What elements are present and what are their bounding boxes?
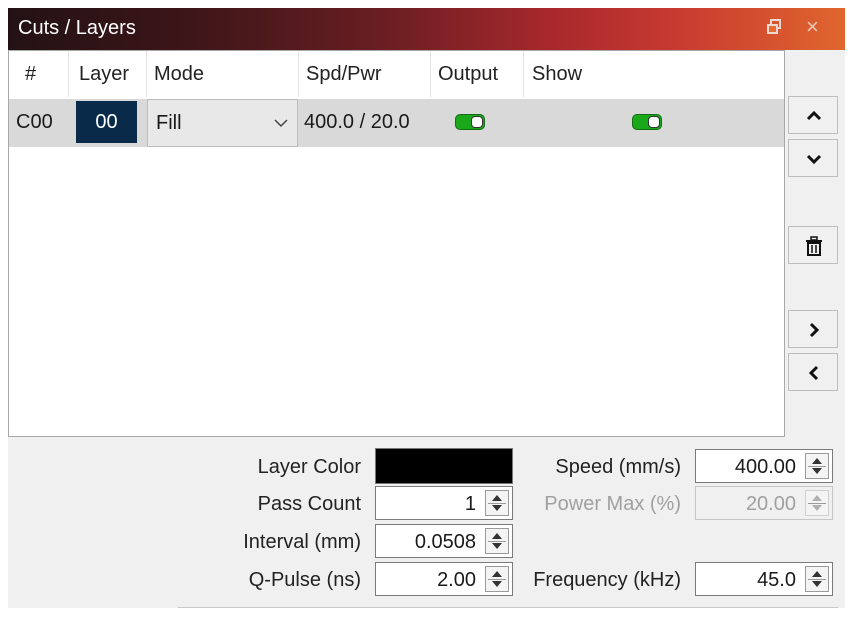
cuts-layers-panel: Cuts / Layers × # Layer Mode Spd/Pwr Out… bbox=[8, 8, 845, 608]
spin-arrows[interactable] bbox=[805, 566, 829, 592]
column-header-number[interactable]: # bbox=[25, 63, 36, 86]
qpulse-value: 2.00 bbox=[437, 569, 476, 591]
next-button[interactable] bbox=[788, 310, 838, 348]
pass-count-spinbox[interactable]: 1 bbox=[375, 486, 513, 520]
frequency-spinbox[interactable]: 45.0 bbox=[695, 562, 833, 596]
move-up-button[interactable] bbox=[788, 96, 838, 134]
interval-value: 0.0508 bbox=[414, 531, 476, 553]
panel-title: Cuts / Layers bbox=[18, 17, 136, 39]
float-window-icon[interactable] bbox=[765, 18, 783, 36]
mode-value: Fill bbox=[156, 112, 182, 134]
interval-label: Interval (mm) bbox=[243, 531, 361, 553]
interval-spinbox[interactable]: 0.0508 bbox=[375, 524, 513, 558]
column-header-mode[interactable]: Mode bbox=[154, 63, 204, 86]
chevron-up-icon bbox=[806, 110, 822, 121]
power-max-spinbox: 20.00 bbox=[695, 486, 833, 520]
column-divider bbox=[523, 51, 524, 97]
chevron-right-icon bbox=[809, 322, 820, 338]
qpulse-label: Q-Pulse (ns) bbox=[248, 569, 361, 591]
column-header-layer[interactable]: Layer bbox=[79, 63, 129, 86]
column-divider bbox=[146, 51, 147, 97]
qpulse-spinbox[interactable]: 2.00 bbox=[375, 562, 513, 596]
power-max-label: Power Max (%) bbox=[544, 493, 681, 515]
mode-select[interactable]: Fill bbox=[147, 99, 298, 147]
speed-power-value: 400.0 / 20.0 bbox=[304, 111, 410, 133]
previous-button[interactable] bbox=[788, 353, 838, 391]
spin-arrows[interactable] bbox=[485, 566, 509, 592]
layer-properties: Layer Color Pass Count 1 Interval (mm) 0… bbox=[8, 440, 845, 608]
panel-titlebar[interactable]: Cuts / Layers × bbox=[8, 8, 845, 50]
spin-arrows[interactable] bbox=[805, 453, 829, 479]
spin-arrows bbox=[805, 490, 829, 516]
layer-color-swatch[interactable]: 00 bbox=[76, 101, 137, 143]
speed-label: Speed (mm/s) bbox=[555, 456, 681, 478]
column-divider bbox=[430, 51, 431, 97]
trash-icon bbox=[806, 236, 822, 256]
speed-value: 400.00 bbox=[734, 456, 796, 478]
spin-arrows[interactable] bbox=[485, 528, 509, 554]
toggle-knob bbox=[471, 116, 483, 128]
pass-count-value: 1 bbox=[464, 493, 476, 515]
pass-count-label: Pass Count bbox=[257, 493, 361, 515]
close-icon[interactable]: × bbox=[806, 16, 819, 38]
show-toggle[interactable] bbox=[632, 114, 662, 130]
column-divider bbox=[298, 51, 299, 97]
table-row[interactable]: C00 00 Fill 400.0 / 20.0 bbox=[9, 99, 784, 147]
chevron-down-icon bbox=[806, 154, 822, 165]
layer-color-label: Layer Color bbox=[257, 456, 361, 478]
table-header: # Layer Mode Spd/Pwr Output Show bbox=[9, 51, 784, 97]
layer-color-picker[interactable] bbox=[375, 448, 513, 484]
column-header-spd-pwr[interactable]: Spd/Pwr bbox=[306, 63, 382, 86]
row-id: C00 bbox=[16, 111, 53, 133]
frequency-value: 45.0 bbox=[757, 569, 796, 591]
chevron-down-icon bbox=[274, 119, 288, 128]
move-down-button[interactable] bbox=[788, 139, 838, 177]
chevron-left-icon bbox=[808, 365, 819, 381]
layers-table: # Layer Mode Spd/Pwr Output Show C00 00 … bbox=[8, 50, 785, 437]
speed-spinbox[interactable]: 400.00 bbox=[695, 449, 833, 483]
column-header-show[interactable]: Show bbox=[532, 63, 582, 86]
output-toggle[interactable] bbox=[455, 114, 485, 130]
spin-arrows[interactable] bbox=[485, 490, 509, 516]
column-divider bbox=[68, 51, 69, 97]
column-header-output[interactable]: Output bbox=[438, 63, 498, 86]
power-max-value: 20.00 bbox=[745, 493, 796, 515]
toggle-knob bbox=[648, 116, 660, 128]
frequency-label: Frequency (kHz) bbox=[533, 569, 681, 591]
panel-bottom-divider bbox=[178, 607, 838, 608]
delete-layer-button[interactable] bbox=[788, 226, 838, 264]
